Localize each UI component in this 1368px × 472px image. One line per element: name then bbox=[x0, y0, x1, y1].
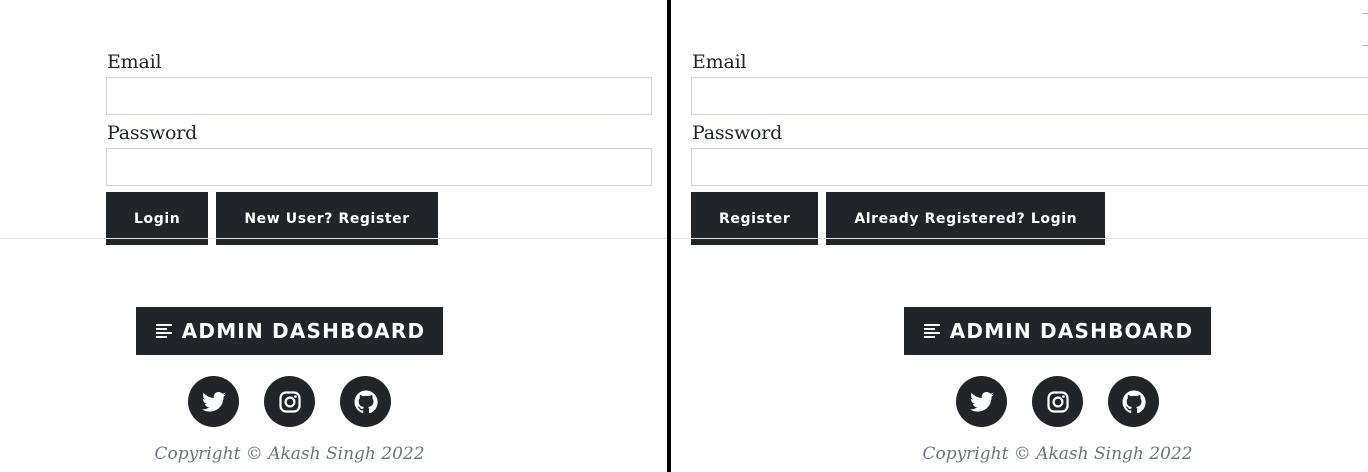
password-label: Password bbox=[107, 122, 198, 144]
edge-mark bbox=[1362, 45, 1368, 46]
social-links bbox=[956, 376, 1159, 427]
instagram-link[interactable] bbox=[1032, 376, 1083, 427]
edge-mark bbox=[1362, 13, 1368, 14]
instagram-icon bbox=[278, 390, 301, 413]
email-field[interactable] bbox=[106, 77, 652, 115]
github-link[interactable] bbox=[1108, 376, 1159, 427]
password-field[interactable] bbox=[691, 148, 1368, 186]
footer-divider bbox=[0, 238, 667, 239]
email-field[interactable] bbox=[691, 77, 1368, 115]
github-icon bbox=[354, 390, 378, 413]
twitter-link[interactable] bbox=[956, 376, 1007, 427]
twitter-link[interactable] bbox=[188, 376, 239, 427]
login-form: Email Password Login New User? Register bbox=[106, 50, 652, 245]
brand-label: ADMIN DASHBOARD bbox=[949, 319, 1194, 343]
github-link[interactable] bbox=[340, 376, 391, 427]
instagram-link[interactable] bbox=[264, 376, 315, 427]
twitter-icon bbox=[201, 391, 226, 412]
copyright-text: Copyright © Akash Singh 2022 bbox=[922, 444, 1193, 464]
footer: ADMIN DASHBOARD Copyright © Akash Singh … bbox=[0, 307, 623, 464]
register-panel: Email Password Register Already Register… bbox=[671, 0, 1368, 472]
email-label: Email bbox=[107, 51, 162, 73]
instagram-icon bbox=[1046, 390, 1069, 413]
copyright-text: Copyright © Akash Singh 2022 bbox=[154, 444, 425, 464]
password-field[interactable] bbox=[106, 148, 652, 186]
login-panel: Email Password Login New User? Register … bbox=[0, 0, 667, 472]
twitter-icon bbox=[969, 391, 994, 412]
social-links bbox=[188, 376, 391, 427]
github-icon bbox=[1122, 390, 1146, 413]
text-lines-icon bbox=[155, 324, 172, 338]
password-label: Password bbox=[692, 122, 783, 144]
brand-label: ADMIN DASHBOARD bbox=[181, 319, 426, 343]
email-label: Email bbox=[692, 51, 747, 73]
footer: ADMIN DASHBOARD Copyright © Akash Singh … bbox=[709, 307, 1368, 464]
footer-divider bbox=[671, 238, 1368, 239]
register-form: Email Password Register Already Register… bbox=[691, 50, 1368, 245]
admin-dashboard-button[interactable]: ADMIN DASHBOARD bbox=[903, 307, 1212, 355]
admin-dashboard-button[interactable]: ADMIN DASHBOARD bbox=[135, 307, 444, 355]
text-lines-icon bbox=[923, 324, 940, 338]
